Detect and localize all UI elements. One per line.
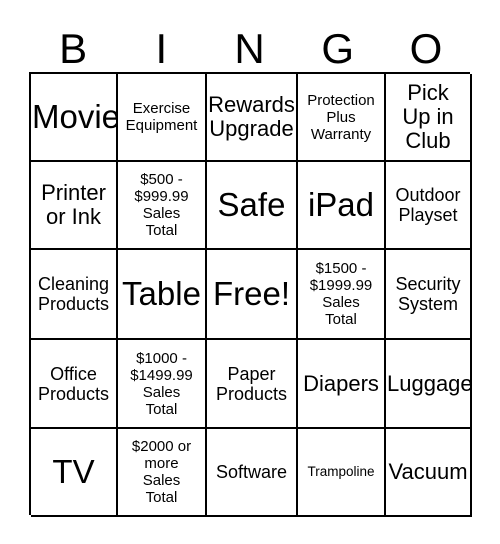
bingo-cell-o2[interactable]: Outdoor Playset [386,162,472,250]
header-letter-b: B [59,25,88,72]
bingo-cell-free[interactable]: Free! [207,250,298,340]
bingo-cell-g1[interactable]: Protection Plus Warranty [298,74,386,162]
bingo-cell-b2[interactable]: Printer or Ink [31,162,118,250]
bingo-header-row: B I N G O [29,20,470,72]
bingo-cell-label: Cleaning Products [37,274,110,314]
bingo-cell-label: Safe [217,186,286,223]
bingo-cell-o3[interactable]: Security System [386,250,472,340]
bingo-cell-label: Protection Plus Warranty [307,91,375,143]
bingo-cell-n5[interactable]: Software [207,429,298,517]
bingo-cell-i3[interactable]: Table [118,250,207,340]
bingo-cell-label: Movie [32,98,118,135]
bingo-cell-b4[interactable]: Office Products [31,340,118,429]
bingo-cell-n4[interactable]: Paper Products [207,340,298,429]
bingo-cell-n2[interactable]: Safe [207,162,298,250]
bingo-cell-label: Table [122,275,201,312]
header-letter-i: I [155,25,168,72]
bingo-cell-label: Office Products [37,363,110,404]
bingo-cell-label: $1000 - $1499.99 Sales Total [130,349,193,418]
bingo-cell-n1[interactable]: Rewards Upgrade [207,74,298,162]
bingo-cell-label: Luggage [387,370,472,396]
bingo-cell-g5[interactable]: Trampoline [298,429,386,517]
bingo-cell-i4[interactable]: $1000 - $1499.99 Sales Total [118,340,207,429]
bingo-cell-label: Pick Up in Club [402,80,454,153]
bingo-cell-label: $2000 or more Sales Total [131,438,192,506]
bingo-cell-i1[interactable]: Exercise Equipment [118,74,207,162]
bingo-cell-label: Diapers [303,370,379,396]
bingo-cell-label: Paper Products [215,363,288,404]
bingo-cell-o4[interactable]: Luggage [386,340,472,429]
bingo-cell-label: Exercise Equipment [125,100,198,134]
bingo-cell-label: Outdoor Playset [395,185,461,225]
bingo-cell-label: TV [52,453,95,490]
bingo-cell-b1[interactable]: Movie [31,74,118,162]
bingo-cell-label: Vacuum [388,459,468,484]
bingo-cell-label: Printer or Ink [41,180,106,229]
bingo-cell-b3[interactable]: Cleaning Products [31,250,118,340]
bingo-cell-label: Trampoline [307,464,375,479]
bingo-cell-g4[interactable]: Diapers [298,340,386,429]
bingo-cell-g2[interactable]: iPad [298,162,386,250]
bingo-card: B I N G O Movie Exercise Equipment Rewar… [0,0,500,544]
bingo-cell-o1[interactable]: Pick Up in Club [386,74,472,162]
bingo-cell-g3[interactable]: $1500 - $1999.99 Sales Total [298,250,386,340]
bingo-cell-label: $1500 - $1999.99 Sales Total [309,260,373,328]
bingo-cell-label: Rewards Upgrade [208,92,295,141]
bingo-cell-o5[interactable]: Vacuum [386,429,472,517]
bingo-cell-label: Security System [395,274,461,314]
bingo-grid: Movie Exercise Equipment Rewards Upgrade… [29,72,472,517]
bingo-cell-i5[interactable]: $2000 or more Sales Total [118,429,207,517]
bingo-cell-label: $500 - $999.99 Sales Total [134,171,189,239]
bingo-cell-label: iPad [307,186,375,223]
bingo-cell-label: Free! [212,275,291,312]
bingo-cell-i2[interactable]: $500 - $999.99 Sales Total [118,162,207,250]
bingo-cell-label: Software [215,462,288,482]
header-letter-n: N [234,25,265,72]
header-letter-g: G [321,25,355,72]
header-letter-o: O [409,25,443,72]
bingo-cell-b5[interactable]: TV [31,429,118,517]
